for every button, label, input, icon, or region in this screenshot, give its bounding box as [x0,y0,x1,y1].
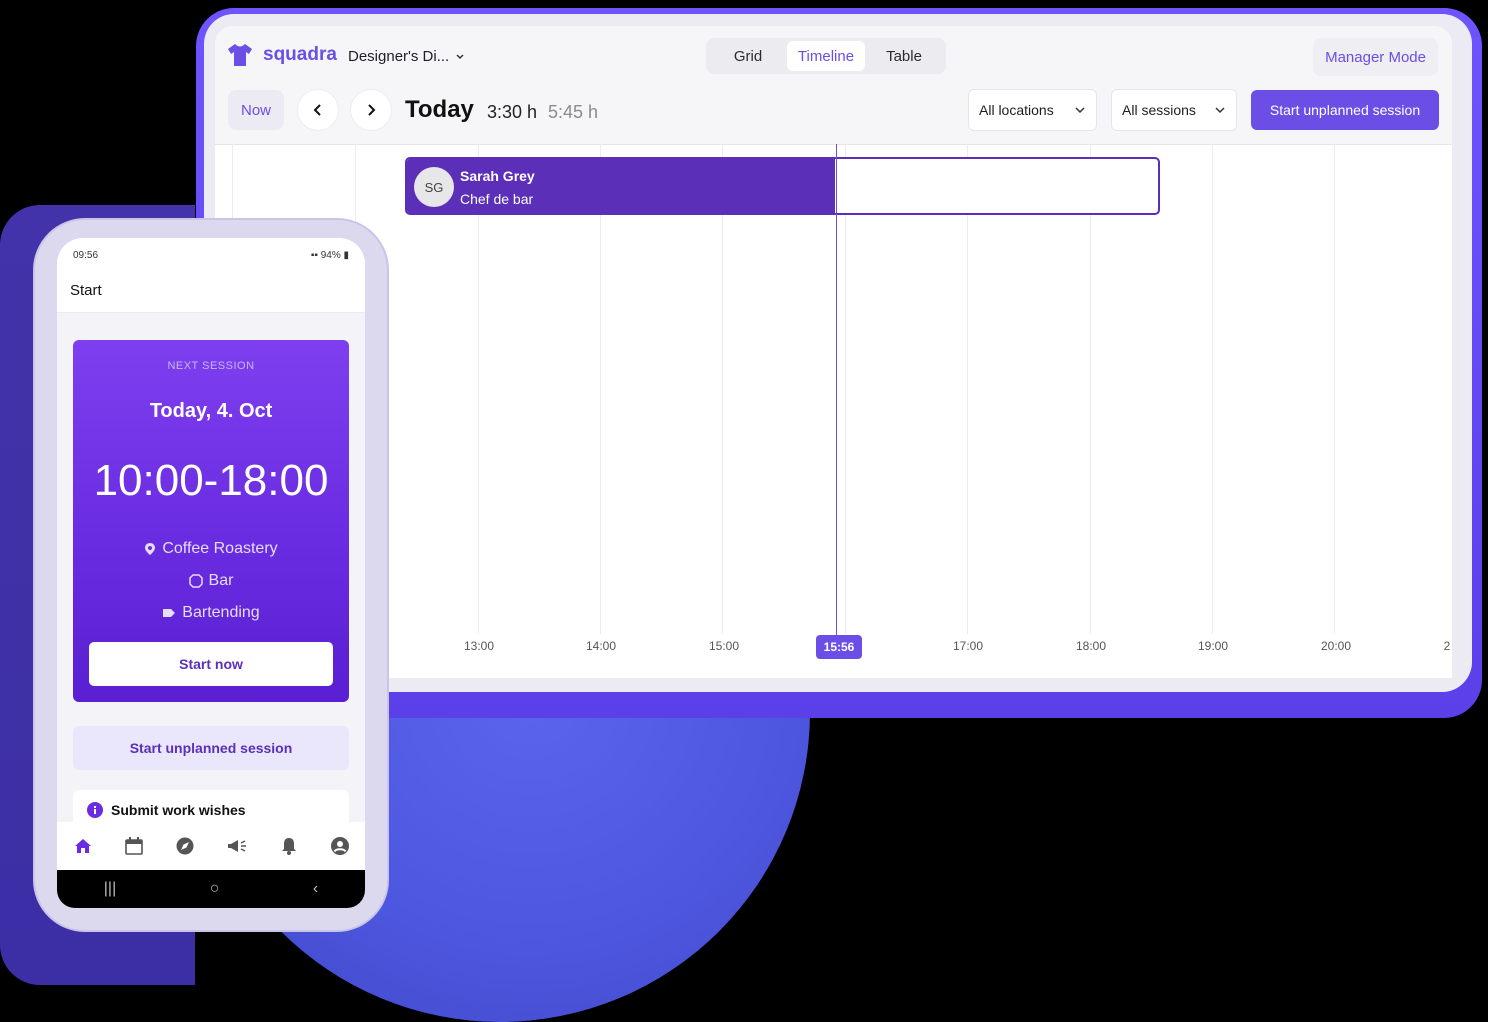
phone-screen: 09:56 ▪▪ 94% ▮ Start NEXT SESSION Today,… [57,238,365,908]
tablet-screen: squadra Designer's Di... Grid Timeline T… [215,26,1452,678]
home-icon[interactable] [73,836,93,856]
time-tick: 17:00 [952,639,984,653]
time-tick: 19:00 [1197,639,1229,653]
date-label: Today [405,96,474,123]
timeline-gridline [845,144,846,634]
avatar: SG [414,167,454,207]
status-bar: 09:56 ▪▪ 94% ▮ [57,238,365,274]
location-pin-icon [145,543,156,555]
recent-apps-icon[interactable]: ||| [104,880,116,898]
session-location-text: Coffee Roastery [162,540,278,557]
locations-select-value: All locations [979,102,1054,118]
brand-name: squadra [263,44,337,65]
shift-block[interactable]: SG Sarah Grey Chef de bar [405,157,1160,215]
top-bar: squadra Designer's Di... Grid Timeline T… [215,26,1452,145]
locations-select[interactable]: All locations [968,89,1097,131]
phone-start-unplanned-button[interactable]: Start unplanned session [73,726,349,770]
timeline-gridline [1090,144,1091,634]
time-tick: 20:00 [1320,639,1352,653]
next-day-button[interactable] [351,90,391,130]
screen-title-bar: Start [57,274,365,313]
screen-title: Start [70,282,102,299]
battery-level: 94% [320,250,341,261]
chevron-left-icon [313,104,321,116]
bell-icon[interactable] [279,836,299,856]
logo[interactable]: squadra [227,43,337,67]
view-switcher: Grid Timeline Table [706,38,946,74]
duration-planned: 5:45 h [548,102,599,122]
tab-timeline[interactable]: Timeline [787,41,865,71]
current-time-badge: 15:56 [816,635,862,659]
next-session-time: 10:00-18:00 [93,456,329,505]
session-task: Bartending [73,604,349,622]
tab-table[interactable]: Table [865,41,943,71]
chevron-down-icon [1075,107,1085,114]
start-unplanned-session-button[interactable]: Start unplanned session [1251,90,1439,130]
time-tick: 2 [1443,639,1451,653]
battery-icon: ▮ [340,250,349,261]
android-nav-bar: ||| ○ ‹ [57,870,365,908]
timeline-gridline [478,144,479,634]
profile-icon[interactable] [330,836,350,856]
next-session-card: NEXT SESSION Today, 4. Oct 10:00-18:00 C… [73,340,349,702]
tag-icon [163,609,176,617]
session-task-text: Bartending [182,604,260,621]
area-octagon-icon [188,574,203,588]
calendar-icon[interactable] [124,836,144,856]
duration-worked: 3:30 h [487,102,538,122]
megaphone-icon[interactable] [226,836,248,856]
prev-day-button[interactable] [298,90,338,130]
timeline-gridline [1212,144,1213,634]
session-area-text: Bar [208,572,234,589]
workspace-selector[interactable]: Designer's Di... [348,48,465,65]
timeline-gridline [722,144,723,634]
submit-work-wishes-label: Submit work wishes [111,802,246,818]
time-tick: 14:00 [585,639,617,653]
sessions-select[interactable]: All sessions [1111,89,1237,131]
next-session-date: Today, 4. Oct [149,400,273,422]
shift-employee-name: Sarah Grey [460,168,535,184]
timeline-gridline [1334,144,1335,634]
status-battery: ▪▪ 94% ▮ [311,250,349,261]
timeline-gridline [600,144,601,634]
status-time: 09:56 [73,250,99,261]
workspace-label: Designer's Di... [348,48,450,65]
now-button[interactable]: Now [228,90,284,130]
manager-mode-button[interactable]: Manager Mode [1313,38,1438,76]
timeline-gridline [967,144,968,634]
chevron-right-icon [368,104,376,116]
time-tick: 13:00 [463,639,495,653]
info-icon [87,802,103,818]
signal-icon: ▪▪ [310,250,321,261]
start-now-button[interactable]: Start now [89,642,333,686]
shift-employee-role: Chef de bar [460,191,534,207]
compass-icon[interactable] [175,836,195,856]
current-time-line [836,144,837,640]
sessions-select-value: All sessions [1122,102,1196,118]
time-tick: 15:00 [708,639,740,653]
tab-grid[interactable]: Grid [709,41,787,71]
bottom-tab-bar [57,822,365,870]
time-tick: 18:00 [1075,639,1107,653]
next-session-label: NEXT SESSION [167,360,255,372]
chevron-down-icon [456,53,464,59]
home-circle-icon[interactable]: ○ [210,880,220,898]
session-location: Coffee Roastery [73,540,349,558]
back-icon[interactable]: ‹ [313,880,318,898]
chevron-down-icon [1215,107,1225,114]
shirt-icon [228,44,252,66]
session-area: Bar [73,572,349,590]
